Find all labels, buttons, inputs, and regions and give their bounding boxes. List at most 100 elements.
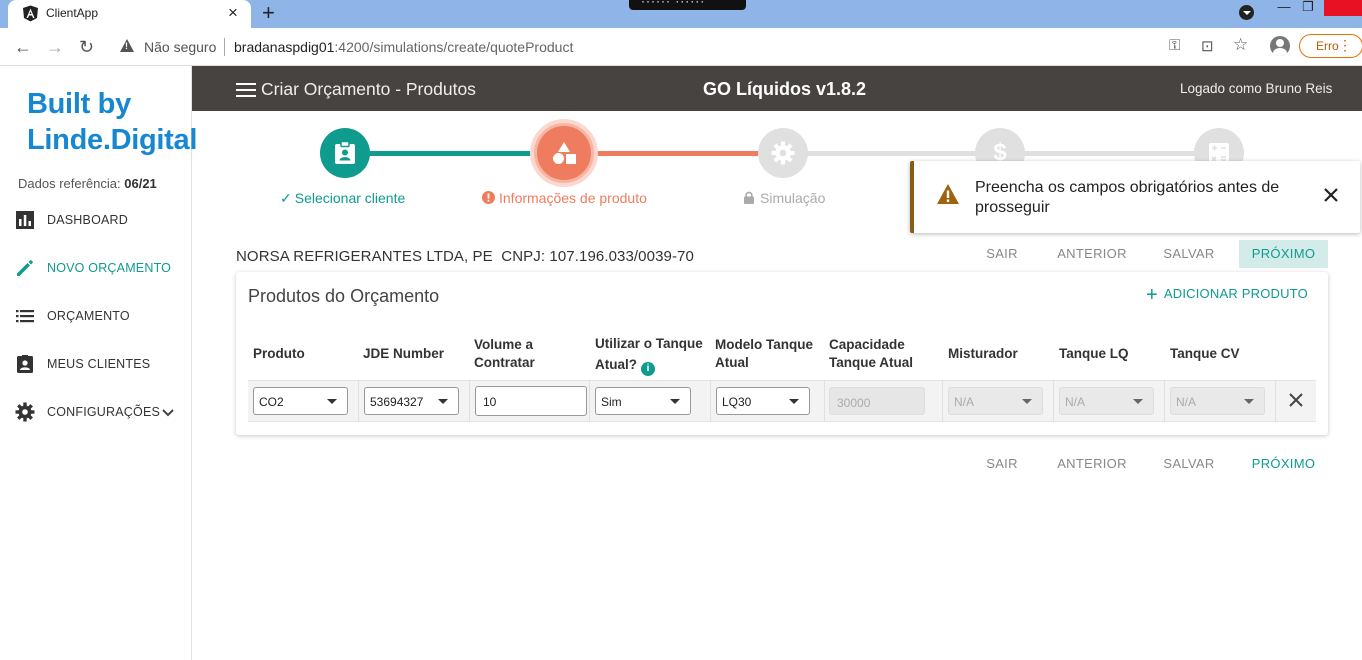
header-usar-tanque: Utilizar o Tanque Atual? i — [595, 333, 703, 376]
url-host: bradanaspdig01 — [234, 39, 335, 55]
tanque-cv-select: N/A — [1170, 387, 1265, 415]
step-3-label[interactable]: Simulação — [743, 190, 825, 206]
previous-button[interactable]: ANTERIOR — [1052, 240, 1132, 268]
new-tab-icon[interactable]: + — [262, 1, 275, 25]
cell-divider — [1053, 380, 1054, 422]
key-icon[interactable]: ⚿ — [1169, 37, 1180, 54]
client-cnpj: CNPJ: 107.196.033/0039-70 — [501, 248, 694, 265]
sidebar-item-novo-orcamento[interactable]: NOVO ORÇAMENTO — [0, 248, 191, 288]
hamburger-menu-icon[interactable] — [236, 83, 256, 97]
remove-row-icon[interactable] — [1286, 390, 1306, 410]
reference-date: Dados referência: 06/21 — [18, 176, 157, 191]
bar-chart-icon — [16, 211, 34, 229]
sidebar-item-orcamento[interactable]: ORÇAMENTO — [0, 296, 191, 336]
contact-card-icon — [17, 355, 33, 373]
cell-divider — [358, 380, 359, 422]
screen-share-indicator — [629, 0, 746, 10]
step-2-label[interactable]: Informações de produto — [482, 190, 647, 206]
exit-button[interactable]: SAIR — [975, 240, 1029, 268]
brand-line-1: Built by — [27, 88, 131, 120]
add-product-label: ADICIONAR PRODUTO — [1163, 286, 1308, 301]
add-product-button[interactable]: + ADICIONAR PRODUTO — [1146, 284, 1308, 307]
clipboard-user-icon — [335, 141, 355, 164]
reference-label: Dados referência: — [18, 176, 121, 191]
modelo-tanque-select[interactable]: LQ30 — [716, 387, 810, 415]
sidebar-item-configuracoes[interactable]: CONFIGURAÇÕES — [0, 392, 191, 432]
lock-icon — [744, 191, 754, 204]
step-2-circle[interactable] — [534, 123, 594, 183]
produto-value: CO2 — [259, 395, 284, 409]
sidebar-item-label: CONFIGURAÇÕES — [47, 405, 161, 419]
step-label-text: Selecionar cliente — [294, 190, 406, 206]
maximize-icon[interactable]: ❐ — [1296, 0, 1320, 16]
step-3-circle[interactable] — [758, 128, 808, 178]
next-button-bottom[interactable]: PRÓXIMO — [1239, 450, 1328, 478]
jde-value: 53694327 — [370, 395, 424, 409]
tanque-cv-value: N/A — [1176, 395, 1197, 409]
check-icon: ✓ — [280, 190, 292, 206]
pencil-icon — [17, 260, 33, 276]
jde-select[interactable]: 53694327 — [364, 387, 459, 415]
sidebar-item-label: ORÇAMENTO — [47, 309, 130, 323]
url-field[interactable]: bradanaspdig01:4200/simulations/create/q… — [234, 39, 573, 55]
profile-avatar-icon[interactable] — [1270, 36, 1290, 56]
header-line: Atual? — [595, 357, 637, 372]
sidebar: Built by Linde.Digital Dados referência:… — [0, 66, 197, 660]
info-icon[interactable]: i — [641, 362, 655, 376]
next-button[interactable]: PRÓXIMO — [1239, 240, 1328, 268]
minimize-icon[interactable]: — — [1272, 0, 1296, 16]
profile-error-label: Erro — [1316, 39, 1339, 53]
dropdown-arrow-icon — [1022, 399, 1032, 404]
header-jde: JDE Number — [363, 346, 445, 361]
step-connector-active — [595, 151, 759, 156]
dropdown-arrow-icon — [438, 399, 448, 404]
chevron-down-icon[interactable] — [160, 404, 176, 420]
modelo-value: LQ30 — [722, 395, 752, 409]
security-label[interactable]: Não seguro — [144, 39, 216, 55]
back-icon[interactable]: ← — [14, 36, 32, 58]
close-icon[interactable] — [1319, 183, 1343, 207]
cell-divider — [710, 380, 711, 422]
error-icon — [482, 191, 495, 204]
browser-tab[interactable]: ClientApp × — [8, 0, 251, 28]
dropdown-arrow-icon — [1133, 399, 1143, 404]
url-path: :4200/simulations/create/quoteProduct — [334, 39, 574, 55]
dropdown-arrow-icon — [1244, 399, 1254, 404]
header-tanque-lq: Tanque LQ — [1059, 346, 1129, 361]
browser-tab-strip: ClientApp × + — ❐ — [0, 0, 1362, 28]
translate-icon[interactable]: ⊡ — [1201, 37, 1214, 55]
gear-icon — [15, 402, 35, 422]
sidebar-item-label: MEUS CLIENTES — [47, 357, 151, 371]
validation-toast: Preencha os campos obrigatórios antes de… — [910, 161, 1360, 233]
step-label-text: Simulação — [760, 190, 826, 206]
previous-button-bottom[interactable]: ANTERIOR — [1052, 450, 1132, 478]
usar-tanque-select[interactable]: Sim — [595, 387, 691, 415]
exit-button-bottom[interactable]: SAIR — [975, 450, 1029, 478]
step-connector-done — [369, 151, 535, 156]
window-close-button[interactable] — [1324, 0, 1362, 16]
sidebar-item-meus-clientes[interactable]: MEUS CLIENTES — [0, 344, 191, 384]
dropdown-arrow-icon — [670, 399, 680, 404]
volume-input[interactable]: 10 — [475, 386, 587, 416]
gear-icon — [771, 141, 795, 165]
profile-menu-icon[interactable] — [1239, 5, 1254, 20]
reload-icon[interactable]: ↻ — [79, 36, 94, 58]
header-line: Tanque Atual — [829, 355, 913, 370]
profile-error-button[interactable]: Erro ⋮ — [1299, 34, 1362, 58]
produto-select[interactable]: CO2 — [253, 387, 348, 415]
bookmark-star-icon[interactable]: ☆ — [1233, 35, 1248, 55]
step-1-label[interactable]: ✓ Selecionar cliente — [280, 190, 405, 207]
save-button-bottom[interactable]: SALVAR — [1155, 450, 1223, 478]
header-modelo: Modelo Tanque Atual — [715, 336, 813, 372]
not-secure-warning-icon[interactable] — [120, 39, 134, 52]
sidebar-item-label: DASHBOARD — [47, 213, 128, 227]
forward-icon[interactable]: → — [46, 36, 64, 58]
cell-divider — [1164, 380, 1165, 422]
sidebar-item-dashboard[interactable]: DASHBOARD — [0, 200, 191, 240]
toast-message: Preencha os campos obrigatórios antes de… — [975, 179, 1280, 216]
save-button[interactable]: SALVAR — [1155, 240, 1223, 268]
tab-close-icon[interactable]: × — [228, 3, 238, 23]
step-1-circle[interactable] — [320, 128, 370, 178]
tab-title: ClientApp — [46, 6, 99, 20]
kebab-menu-icon[interactable]: ⋮ — [1338, 37, 1352, 53]
